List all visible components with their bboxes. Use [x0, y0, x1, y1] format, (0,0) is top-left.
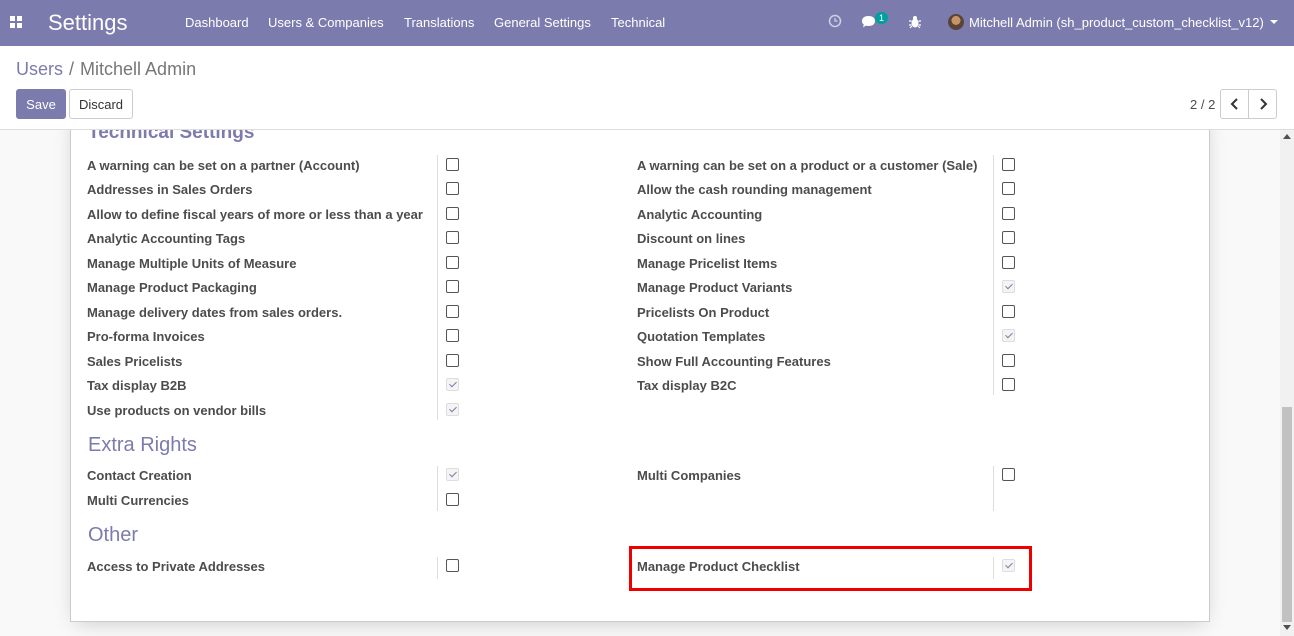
breadcrumb: Users / Mitchell Admin — [16, 59, 196, 80]
label-proforma-invoices: Pro-forma Invoices — [87, 329, 205, 344]
label-analytic-tags: Analytic Accounting Tags — [87, 231, 246, 246]
checkbox-analytic-tags[interactable] — [446, 231, 459, 244]
discard-button[interactable]: Discard — [69, 89, 133, 119]
label-product-packaging: Manage Product Packaging — [87, 280, 257, 295]
label-quotation-templates: Quotation Templates — [637, 329, 766, 344]
breadcrumb-separator: / — [69, 59, 75, 79]
label-warning-product: A warning can be set on a product or a c… — [637, 158, 978, 173]
pager-next-button[interactable] — [1248, 89, 1277, 119]
label-tax-b2c: Tax display B2C — [637, 378, 737, 393]
checkbox-proforma-invoices[interactable] — [446, 329, 459, 342]
divider — [437, 466, 438, 511]
label-multi-currencies: Multi Currencies — [87, 493, 189, 508]
scroll-up-arrow-icon[interactable] — [1283, 134, 1291, 139]
label-sales-pricelists: Sales Pricelists — [87, 354, 183, 369]
label-pricelists-on-product: Pricelists On Product — [637, 305, 770, 320]
checkbox-addresses-sales-orders[interactable] — [446, 182, 459, 195]
checkbox-delivery-dates[interactable] — [446, 305, 459, 318]
label-delivery-dates: Manage delivery dates from sales orders. — [87, 305, 343, 320]
checkbox-private-addresses[interactable] — [446, 559, 459, 572]
checkbox-multi-currencies[interactable] — [446, 493, 459, 506]
divider — [993, 466, 994, 511]
apps-grid-icon[interactable] — [10, 16, 22, 28]
label-discount-lines: Discount on lines — [637, 231, 746, 246]
checkbox-contact-creation[interactable] — [446, 468, 459, 481]
label-addresses-sales-orders: Addresses in Sales Orders — [87, 182, 253, 197]
control-panel: Users / Mitchell Admin Save Discard 2 / 2 — [0, 46, 1294, 130]
label-full-accounting: Show Full Accounting Features — [637, 354, 831, 369]
label-private-addresses: Access to Private Addresses — [87, 559, 266, 574]
label-pricelist-items: Manage Pricelist Items — [637, 256, 778, 271]
divider — [993, 155, 994, 395]
section-title-technical-settings: Technical Settings — [88, 130, 255, 143]
pager-previous-button[interactable] — [1220, 89, 1249, 119]
checkbox-analytic-accounting[interactable] — [1002, 207, 1015, 220]
checkbox-fiscal-years[interactable] — [446, 207, 459, 220]
checkbox-cash-rounding[interactable] — [1002, 182, 1015, 195]
checkbox-tax-b2b[interactable] — [446, 378, 459, 391]
checkbox-quotation-templates[interactable] — [1002, 329, 1015, 342]
divider — [437, 155, 438, 420]
label-tax-b2b: Tax display B2B — [87, 378, 187, 393]
checkbox-warning-partner[interactable] — [446, 158, 459, 171]
checkbox-vendor-bills[interactable] — [446, 403, 459, 416]
checkbox-sales-pricelists[interactable] — [446, 354, 459, 367]
top-navbar: Settings Dashboard Users & Companies Tra… — [0, 0, 1294, 46]
breadcrumb-users-link[interactable]: Users — [16, 59, 63, 79]
clock-icon[interactable] — [828, 14, 842, 28]
checkbox-discount-lines[interactable] — [1002, 231, 1015, 244]
label-warning-partner: A warning can be set on a partner (Accou… — [87, 158, 360, 173]
menu-general-settings[interactable]: General Settings — [494, 15, 591, 30]
label-cash-rounding: Allow the cash rounding management — [637, 182, 872, 197]
checkbox-pricelist-items[interactable] — [1002, 256, 1015, 269]
label-analytic-accounting: Analytic Accounting — [637, 207, 763, 222]
checkbox-warning-product[interactable] — [1002, 158, 1015, 171]
checkbox-product-packaging[interactable] — [446, 280, 459, 293]
app-title: Settings — [48, 10, 128, 35]
label-fiscal-years: Allow to define fiscal years of more or … — [87, 207, 423, 222]
label-contact-creation: Contact Creation — [87, 468, 192, 483]
vertical-scrollbar[interactable] — [1280, 130, 1294, 636]
checkbox-pricelists-on-product[interactable] — [1002, 305, 1015, 318]
checkbox-tax-b2c[interactable] — [1002, 378, 1015, 391]
messages-count-badge: 1 — [875, 12, 889, 24]
chevron-left-icon — [1230, 98, 1238, 110]
chevron-right-icon — [1259, 98, 1267, 110]
user-menu-name[interactable]: Mitchell Admin (sh_product_custom_checkl… — [969, 15, 1264, 30]
breadcrumb-current: Mitchell Admin — [80, 59, 197, 79]
menu-users-companies[interactable]: Users & Companies — [268, 15, 384, 30]
caret-down-icon[interactable] — [1270, 20, 1278, 24]
pager-value: 2 / 2 — [1190, 97, 1216, 112]
label-product-variants: Manage Product Variants — [637, 280, 793, 295]
user-avatar[interactable] — [948, 14, 964, 30]
checkbox-product-variants[interactable] — [1002, 280, 1015, 293]
menu-translations[interactable]: Translations — [404, 15, 474, 30]
label-multi-companies: Multi Companies — [637, 468, 742, 483]
section-title-extra-rights: Extra Rights — [88, 434, 197, 456]
bug-icon[interactable] — [908, 15, 922, 29]
highlight-box — [629, 546, 1032, 591]
scrollbar-thumb[interactable] — [1282, 407, 1292, 622]
menu-dashboard[interactable]: Dashboard — [185, 15, 249, 30]
divider — [437, 557, 438, 579]
checkbox-full-accounting[interactable] — [1002, 354, 1015, 367]
checkbox-multiple-uom[interactable] — [446, 256, 459, 269]
menu-technical[interactable]: Technical — [611, 15, 665, 30]
section-title-other: Other — [88, 524, 139, 546]
label-vendor-bills: Use products on vendor bills — [87, 403, 267, 418]
checkbox-multi-companies[interactable] — [1002, 468, 1015, 481]
label-multiple-uom: Manage Multiple Units of Measure — [87, 256, 297, 271]
scroll-down-arrow-icon[interactable] — [1283, 625, 1291, 630]
save-button[interactable]: Save — [16, 89, 66, 119]
